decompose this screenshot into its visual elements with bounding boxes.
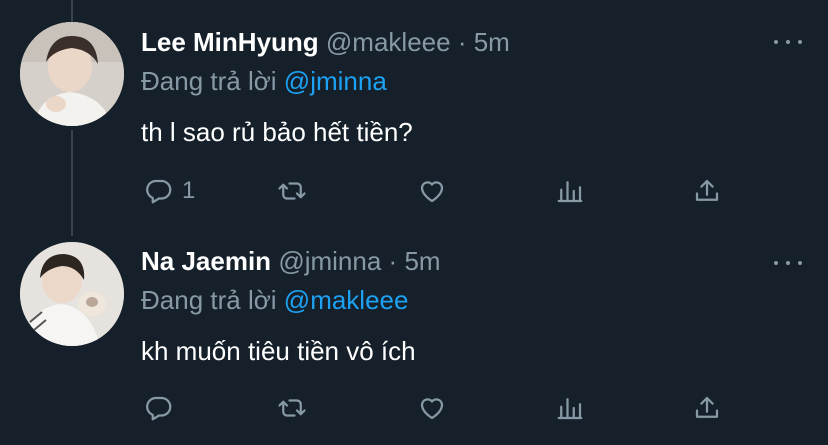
tweet-header: Na Jaemin @jminna · 5m [141,246,441,276]
stats-button[interactable] [555,392,585,424]
more-icon[interactable] [774,34,802,50]
retweet-icon [278,182,306,200]
stats-button[interactable] [555,175,585,207]
share-icon [695,179,719,201]
share-button[interactable] [692,392,722,424]
avatar[interactable] [20,22,124,126]
separator: · [457,27,467,57]
reply-count: 1 [182,177,196,204]
stats-icon [557,181,583,203]
tweet[interactable]: Na Jaemin @jminna · 5m Đang trả lời @mak… [0,230,828,445]
reply-button[interactable] [144,392,182,424]
more-icon[interactable] [774,255,802,271]
timestamp[interactable]: 5m [474,27,510,57]
like-button[interactable] [417,175,447,207]
replying-to-label: Đang trả lời [141,285,277,315]
retweet-button[interactable] [277,175,307,207]
username[interactable]: @jminna [278,246,381,276]
tweet-header: Lee MinHyung @makleee · 5m [141,27,510,57]
timestamp[interactable]: 5m [404,246,440,276]
like-icon [420,398,444,420]
like-button[interactable] [417,392,447,424]
tweet-text: th l sao rủ bảo hết tiền? [141,117,413,147]
replying-to: Đang trả lời @jminna [141,66,387,96]
mention-link[interactable]: @makleee [284,285,409,315]
reply-icon [146,396,172,421]
share-button[interactable] [692,175,722,207]
tweet[interactable]: Lee MinHyung @makleee · 5m Đang trả lời … [0,0,828,230]
tweet-actions [0,392,828,424]
reply-button[interactable]: 1 [144,175,195,207]
retweet-icon [278,399,306,417]
tweet-actions: 1 [0,175,828,207]
separator: · [388,246,398,276]
display-name[interactable]: Lee MinHyung [141,27,319,57]
stats-icon [557,398,583,420]
share-icon [695,396,719,418]
retweet-button[interactable] [277,392,307,424]
username[interactable]: @makleee [326,27,451,57]
avatar[interactable] [20,242,124,346]
mention-link[interactable]: @jminna [284,66,387,96]
like-icon [420,181,444,203]
replying-to: Đang trả lời @makleee [141,285,408,315]
tweet-text: kh muốn tiêu tiền vô ích [141,336,416,366]
display-name[interactable]: Na Jaemin [141,246,271,276]
reply-icon [146,179,172,204]
replying-to-label: Đang trả lời [141,66,277,96]
